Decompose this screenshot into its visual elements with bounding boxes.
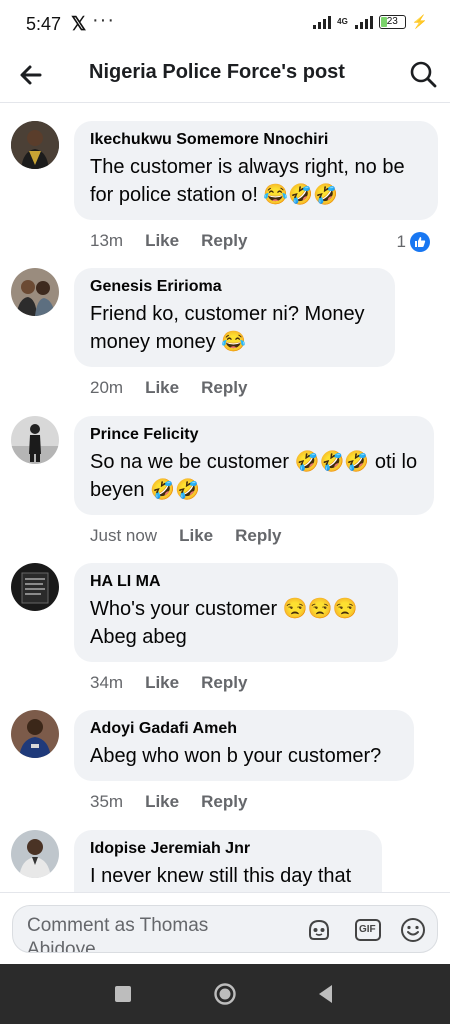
like-button[interactable]: Like [145, 378, 179, 398]
avatar[interactable] [11, 121, 59, 169]
comment-bubble: Genesis Eririoma Friend ko, customer ni?… [74, 268, 395, 367]
avatar[interactable] [11, 268, 59, 316]
gif-label: GIF [359, 924, 376, 935]
back-icon[interactable] [314, 982, 338, 1006]
reply-button[interactable]: Reply [235, 526, 281, 546]
status-indicators: 4G 23 ⚡ [313, 14, 428, 30]
charging-icon: ⚡ [411, 14, 428, 29]
more-notifications-icon: ··· [92, 9, 115, 31]
reply-button[interactable]: Reply [201, 673, 247, 693]
reaction-count[interactable]: 1 [397, 232, 430, 252]
reply-button[interactable]: Reply [201, 231, 247, 251]
recent-apps-icon[interactable] [111, 982, 135, 1006]
comment-author[interactable]: Ikechukwu Somemore Nnochiri [90, 131, 422, 149]
comment-author[interactable]: Genesis Eririoma [90, 278, 379, 296]
comment-time: 20m [90, 378, 124, 397]
comment-text: Friend ko, customer ni? Money money mone… [90, 303, 365, 353]
reaction-count-text: 1 [396, 232, 406, 251]
comment-bubble: Prince Felicity So na we be customer 🤣🤣🤣… [74, 416, 434, 515]
comment-actions: 20m Like Reply [90, 378, 247, 398]
avatar[interactable] [11, 830, 59, 878]
gif-icon[interactable]: GIF [354, 916, 382, 944]
comment-text: The customer is always right, no be for … [90, 156, 405, 206]
comment-time: Just now [90, 526, 158, 545]
comment-input[interactable]: Comment as Thomas Abidoye GIF [12, 905, 438, 953]
reply-button[interactable]: Reply [201, 792, 247, 812]
comment-composer: Comment as Thomas Abidoye GIF [0, 892, 450, 965]
comment-placeholder: Comment as Thomas Abidoye [27, 915, 209, 953]
like-button[interactable]: Like [145, 792, 179, 812]
comment-author[interactable]: HA LI MA [90, 573, 382, 591]
system-navigation-bar [0, 964, 450, 1024]
comment-text: Abeg who won b your customer? [90, 745, 382, 767]
comment-actions: 35m Like Reply [90, 792, 247, 812]
battery-icon: 23 [378, 15, 406, 29]
status-time: 5:47 [26, 14, 62, 34]
comment-bubble: Ikechukwu Somemore Nnochiri The customer… [74, 121, 438, 220]
comment-time: 34m [90, 673, 124, 692]
reply-button[interactable]: Reply [201, 378, 247, 398]
avatar[interactable] [11, 710, 59, 758]
avatar[interactable] [11, 416, 59, 464]
home-icon[interactable] [213, 982, 237, 1006]
comment-bubble: Adoyi Gadafi Ameh Abeg who won b your cu… [74, 710, 414, 781]
comment-text: I never knew still this day that [90, 865, 352, 887]
like-button[interactable]: Like [179, 526, 213, 546]
comment-author[interactable]: Adoyi Gadafi Ameh [90, 720, 398, 738]
comment-author[interactable]: Idopise Jeremiah Jnr [90, 840, 366, 858]
comment-author[interactable]: Prince Felicity [90, 426, 418, 444]
arrow-left-icon[interactable] [14, 60, 46, 90]
signal-2-icon [354, 15, 373, 29]
status-bar: 5:47 𝕏 ··· 4G 23 ⚡ [0, 0, 450, 48]
emoji-icon[interactable] [399, 916, 427, 944]
post-header: Nigeria Police Force's post [0, 48, 450, 103]
network-type: 4G [337, 17, 348, 26]
like-button[interactable]: Like [145, 673, 179, 693]
signal-icon [313, 15, 332, 29]
comment-actions: Just now Like Reply [90, 526, 281, 546]
comment-actions: 34m Like Reply [90, 673, 247, 693]
comment-bubble: HA LI MA Who's your customer 😒😒😒 Abeg ab… [74, 563, 398, 662]
x-logo-icon: 𝕏 [71, 14, 87, 35]
comment-actions: 13m Like Reply [90, 231, 247, 251]
like-button[interactable]: Like [145, 231, 179, 251]
search-icon[interactable] [407, 58, 439, 90]
comment-time: 13m [90, 231, 124, 250]
comment-text: Who's your customer 😒😒😒 Abeg abeg [90, 598, 358, 648]
comment-text: So na we be customer 🤣🤣🤣 oti lo beyen 🤣🤣 [90, 451, 418, 501]
thumbs-up-icon [410, 232, 430, 252]
comment-time: 35m [90, 792, 124, 811]
battery-level: 23 [386, 16, 398, 27]
page-title: Nigeria Police Force's post [89, 61, 345, 83]
avatar-sticker-icon[interactable] [305, 916, 333, 944]
avatar[interactable] [11, 563, 59, 611]
